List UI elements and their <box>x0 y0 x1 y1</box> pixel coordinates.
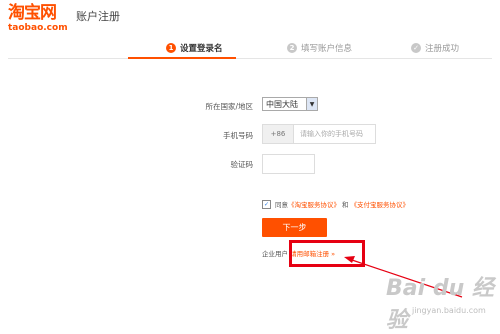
chevron-down-icon[interactable]: ▼ <box>306 98 317 110</box>
country-select[interactable]: 中国大陆 ▼ <box>262 97 318 111</box>
logo-cn-text: 淘宝网 <box>8 3 57 23</box>
step-set-login-name: 1 设置登录名 <box>166 42 223 54</box>
next-button[interactable]: 下一步 <box>262 218 327 237</box>
steps-divider <box>8 58 492 59</box>
page-title: 账户注册 <box>76 10 120 23</box>
step-register-success: ✓ 注册成功 <box>411 42 459 54</box>
logo-en-text: taobao.com <box>8 23 68 33</box>
agree-and-text: 和 <box>342 201 349 209</box>
country-label: 所在国家/地区 <box>205 102 253 111</box>
taobao-terms-link[interactable]: 《淘宝服务协议》 <box>288 199 340 209</box>
highlight-box <box>289 240 365 267</box>
agreement-row: ✓ 同意 《淘宝服务协议》 和 《支付宝服务协议》 <box>262 199 409 209</box>
step-number: 1 <box>166 43 176 53</box>
phone-prefix: +86 <box>263 125 294 143</box>
country-select-value: 中国大陆 <box>266 99 298 109</box>
phone-label: 手机号码 <box>223 131 253 140</box>
verification-code-label: 验证码 <box>230 160 254 169</box>
phone-input[interactable]: 请输入你的手机号码 <box>294 125 375 143</box>
taobao-logo[interactable]: 淘宝网 taobao.com <box>8 4 68 38</box>
step-label: 填写账户信息 <box>301 44 353 54</box>
agree-text: 同意 <box>275 201 288 209</box>
agree-checkbox[interactable]: ✓ <box>262 199 271 209</box>
step-fill-account-info: 2 填写账户信息 <box>287 42 352 54</box>
alipay-terms-link[interactable]: 《支付宝服务协议》 <box>351 199 410 209</box>
verification-code-input[interactable] <box>262 154 315 174</box>
step-label: 注册成功 <box>425 44 460 54</box>
enterprise-text: 企业用户 <box>262 250 288 258</box>
step-label: 设置登录名 <box>180 44 223 54</box>
baidu-watermark: Bai du 经验 <box>386 276 494 333</box>
phone-field[interactable]: +86 请输入你的手机号码 <box>262 124 376 144</box>
active-step-indicator <box>128 57 236 59</box>
step-number: 2 <box>287 43 297 53</box>
baidu-watermark-url: jingyan.baidu.com <box>412 306 486 315</box>
check-icon: ✓ <box>411 43 421 53</box>
